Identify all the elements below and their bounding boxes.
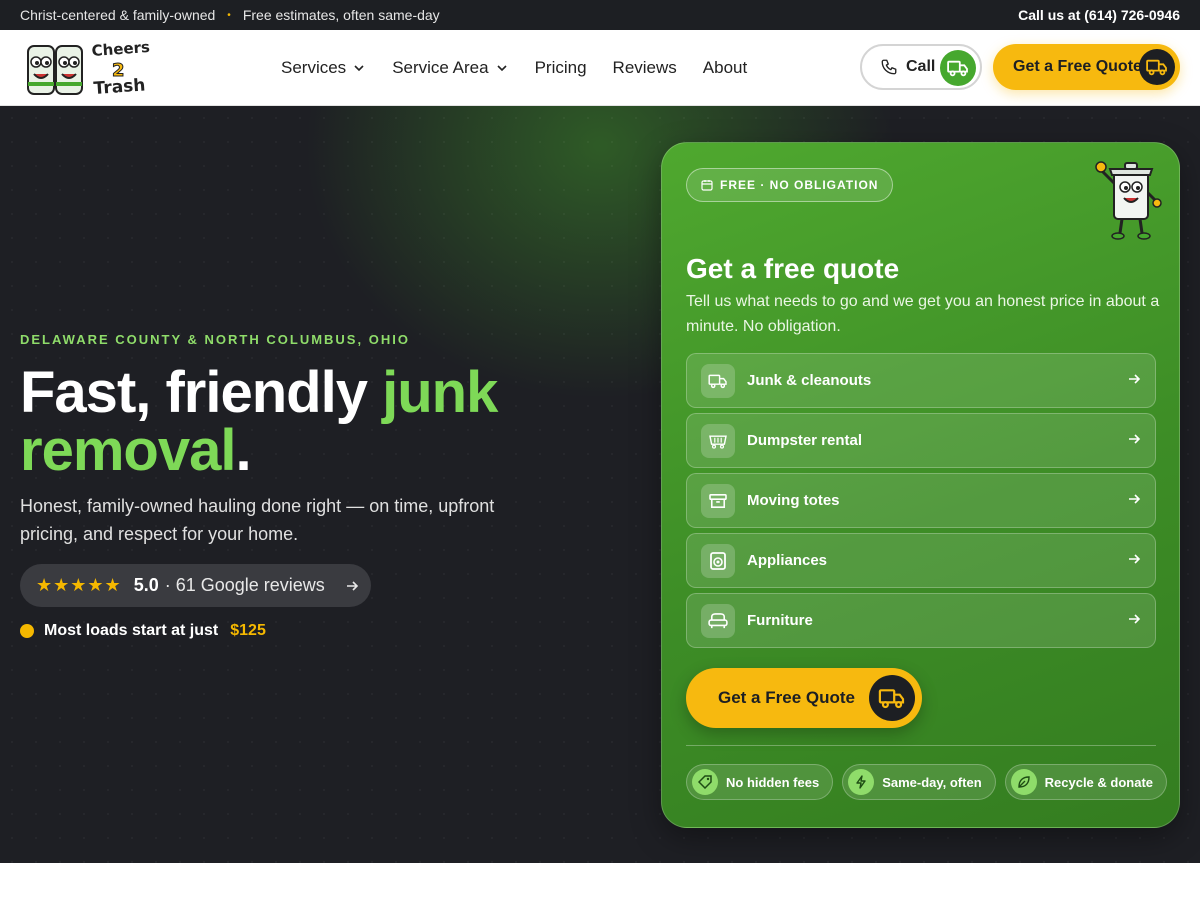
armchair-icon [701,603,735,638]
nav-service-area[interactable]: Service Area [392,58,508,78]
calendar-icon [701,180,713,191]
arrow-right-icon [1129,374,1141,384]
arrow-right-icon [1129,554,1141,564]
card-quote-label: Get a Free Quote [718,688,855,707]
phone-icon [881,59,897,75]
card-quote-button[interactable]: Get a Free Quote [686,668,922,728]
nav-pricing-label: Pricing [534,58,587,77]
svg-text:Cheers: Cheers [91,38,151,60]
badge-label: FREE · NO OBLIGATION [720,178,879,192]
chip-recycle: Recycle & donate [1004,764,1168,800]
service-options: Junk & cleanouts Dumpster rental Moving … [686,353,1156,653]
leaf-icon [1010,769,1037,795]
arrow-right-icon [1129,614,1141,624]
quote-card: FREE · NO OBLIGATION Get a free quote Te… [661,142,1180,828]
service-option-totes[interactable]: Moving totes [686,473,1156,528]
chip-label: Same-day, often [882,774,982,790]
nav-about-label: About [702,58,748,77]
truck-icon [1139,49,1175,85]
nav-pricing[interactable]: Pricing [535,58,587,78]
headline-period: . [235,418,251,483]
dumpster-icon [701,423,735,458]
service-option-appliances[interactable]: Appliances [686,533,1156,588]
feature-chips: No hidden fees Same-day, often Recycle &… [686,764,1168,800]
headline-white: Fast, friendly [20,360,383,425]
service-label: Dumpster rental [747,432,863,449]
service-label: Appliances [747,552,828,569]
price-dot-icon [20,624,34,638]
main-nav: Services Service Area Pricing Reviews Ab… [281,30,773,106]
google-reviews-pill[interactable]: ★★★★★ 5.0 · 61 Google reviews [20,564,371,607]
call-button[interactable]: Call [860,44,982,90]
nav-services-label: Services [281,58,347,77]
arrow-right-icon [1129,494,1141,504]
lightning-icon [848,769,875,795]
nav-about[interactable]: About [703,58,747,78]
call-us-link[interactable]: Call us at (614) 726-0946 [1018,7,1180,23]
service-label: Moving totes [747,492,840,509]
service-option-furniture[interactable]: Furniture [686,593,1156,648]
arrow-right-icon [1129,434,1141,444]
truck-icon [701,363,735,398]
chip-no-hidden-fees: No hidden fees [686,764,834,800]
reviews-count: · 61 Google reviews [164,575,325,595]
tagline-estimates: Free estimates, often same-day [242,7,440,23]
hero-subhead: Honest, family-owned hauling done right … [20,496,495,544]
truck-icon [869,675,915,721]
truck-icon [940,50,976,86]
rating-value: 5.0 [133,575,159,595]
separator-dot: • [227,9,231,21]
card-divider [686,745,1156,746]
svg-text:Trash: Trash [93,75,146,99]
service-label: Junk & cleanouts [747,372,872,389]
trash-can-mascot-icon [1095,161,1162,240]
arrow-right-icon [346,580,358,591]
card-title: Get a free quote [686,253,900,284]
chip-label: No hidden fees [726,774,820,790]
top-bar: Christ-centered & family-owned • Free es… [0,0,1200,30]
nav-reviews[interactable]: Reviews [613,58,677,78]
chevron-down-icon [497,65,507,72]
chevron-down-icon [354,65,364,72]
service-area-eyebrow: DELAWARE COUNTY & NORTH COLUMBUS, OHIO [20,332,410,347]
call-button-label: Call [906,58,936,75]
free-badge: FREE · NO OBLIGATION [686,168,894,202]
service-label: Furniture [747,612,813,629]
starting-price: Most loads start at just $125 [20,622,266,640]
tote-icon [701,483,735,518]
nav-service-area-label: Service Area [392,58,489,77]
washer-icon [701,543,735,578]
price-label: Most loads start at just [44,622,219,639]
header-quote-label: Get a Free Quote [1013,58,1142,75]
price-value: $125 [230,622,266,639]
header-quote-button[interactable]: Get a Free Quote [993,44,1180,90]
chip-label: Recycle & donate [1044,774,1154,790]
star-rating-icon: ★★★★★ [36,575,122,595]
tagline-family: Christ-centered & family-owned [20,7,216,23]
chip-same-day: Same-day, often [842,764,996,800]
service-option-junk[interactable]: Junk & cleanouts [686,353,1156,408]
hero-headline: Fast, friendly junk removal. [20,364,580,480]
logo[interactable]: Cheers 2 Trash [24,36,152,100]
service-option-dumpster[interactable]: Dumpster rental [686,413,1156,468]
card-description: Tell us what needs to go and we get you … [686,293,1160,335]
nav-services[interactable]: Services [281,58,366,78]
nav-reviews-label: Reviews [612,58,677,77]
tag-icon [692,769,718,795]
site-header: Cheers 2 Trash Services Service Area Pri… [0,30,1200,106]
hero-section: DELAWARE COUNTY & NORTH COLUMBUS, OHIO F… [0,106,1200,863]
